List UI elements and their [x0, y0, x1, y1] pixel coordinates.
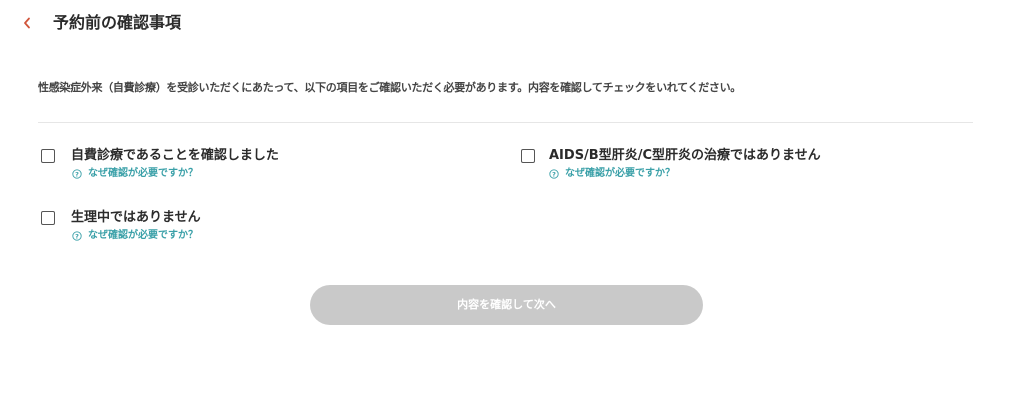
not-menstruating-checkbox-row[interactable]: 生理中ではありません — [41, 210, 201, 226]
help-circle-icon: ? — [549, 168, 559, 179]
checklist-item-not-menstruating: 生理中ではありません ? なぜ確認が必要ですか？ — [41, 210, 201, 242]
checklist-item-not-treatment: AIDS/B型肝炎/C型肝炎の治療ではありません ? なぜ確認が必要ですか？ — [521, 148, 821, 180]
not-treatment-help-text[interactable]: なぜ確認が必要ですか？ — [565, 167, 675, 180]
self-pay-checkbox-row[interactable]: 自費診療であることを確認しました — [41, 148, 279, 164]
not-treatment-help-link[interactable]: ? なぜ確認が必要ですか？ — [549, 167, 821, 180]
intro-text: 性感染症外来（自費診療）を受診いただくにあたって、以下の項目をご確認いただく必要… — [38, 81, 742, 94]
not-treatment-checkbox[interactable] — [521, 149, 535, 163]
self-pay-checkbox[interactable] — [41, 149, 55, 163]
chevron-left-icon — [20, 17, 40, 29]
not-menstruating-label[interactable]: 生理中ではありません — [71, 210, 201, 226]
page-header: 予約前の確認事項 — [0, 8, 1024, 38]
checklist-item-self-pay: 自費診療であることを確認しました ? なぜ確認が必要ですか？ — [41, 148, 279, 180]
help-circle-icon: ? — [72, 230, 82, 241]
not-treatment-checkbox-row[interactable]: AIDS/B型肝炎/C型肝炎の治療ではありません — [521, 148, 821, 164]
page-title: 予約前の確認事項 — [53, 13, 182, 32]
self-pay-help-link[interactable]: ? なぜ確認が必要ですか？ — [72, 167, 279, 180]
confirm-next-button[interactable]: 内容を確認して次へ — [310, 285, 703, 325]
not-menstruating-help-text[interactable]: なぜ確認が必要ですか？ — [88, 229, 198, 242]
not-menstruating-help-link[interactable]: ? なぜ確認が必要ですか？ — [72, 229, 201, 242]
svg-text:?: ? — [75, 170, 79, 178]
not-menstruating-checkbox[interactable] — [41, 211, 55, 225]
self-pay-help-text[interactable]: なぜ確認が必要ですか？ — [88, 167, 198, 180]
divider — [38, 122, 973, 123]
help-circle-icon: ? — [72, 168, 82, 179]
not-treatment-label[interactable]: AIDS/B型肝炎/C型肝炎の治療ではありません — [549, 148, 821, 164]
svg-text:?: ? — [552, 170, 556, 178]
svg-text:?: ? — [75, 232, 79, 240]
back-button[interactable] — [20, 12, 40, 34]
self-pay-label[interactable]: 自費診療であることを確認しました — [71, 148, 279, 164]
